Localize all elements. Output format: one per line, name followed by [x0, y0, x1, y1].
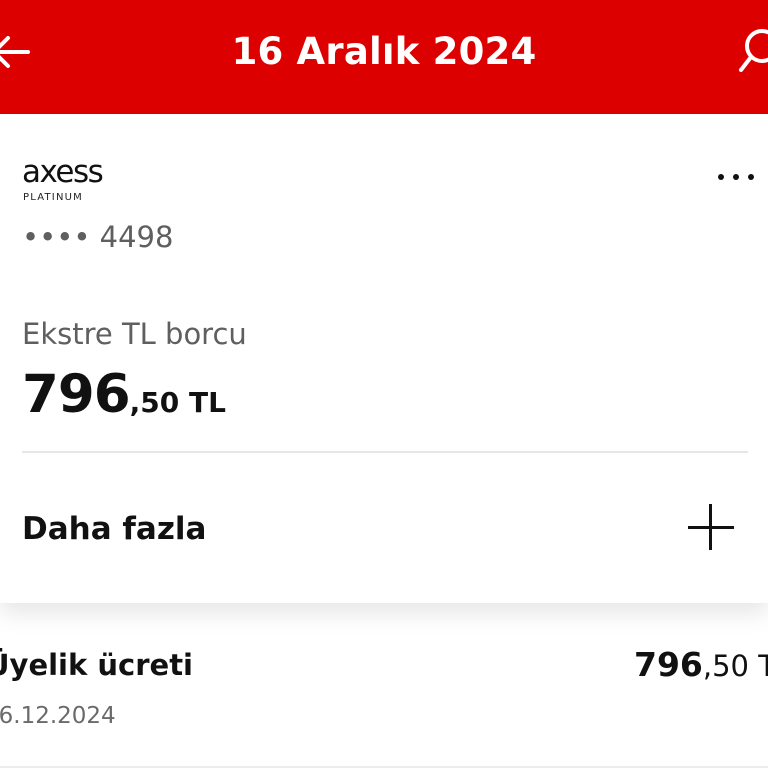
- show-more-label: Daha fazla: [22, 511, 207, 547]
- app-header: 16 Aralık 2024: [0, 0, 768, 114]
- plus-icon-vertical: [709, 504, 712, 550]
- transaction-amount: 796,50 TL: [634, 643, 768, 693]
- more-horizontal-icon: [748, 174, 754, 180]
- card-divider: [22, 451, 748, 453]
- search-icon: [739, 29, 768, 72]
- transaction-title: Üyelik ücreti: [0, 648, 193, 682]
- plus-icon[interactable]: [688, 504, 734, 550]
- show-more-row[interactable]: Daha fazla: [0, 494, 768, 564]
- more-horizontal-icon: [733, 174, 739, 180]
- transaction-row[interactable]: Üyelik ücreti 796,50 TL 16.12.2024: [0, 603, 768, 768]
- statement-debt-amount: 796,50 TL: [22, 360, 226, 442]
- statement-amount-integer: 796: [22, 364, 131, 425]
- transaction-amount-decimal: ,50 TL: [702, 649, 768, 683]
- card-brand-logo: axess: [22, 154, 104, 190]
- more-horizontal-icon: [718, 174, 724, 180]
- statement-debt-label: Ekstre TL borcu: [22, 317, 247, 351]
- more-options-button[interactable]: [712, 162, 760, 192]
- search-button[interactable]: [738, 26, 768, 78]
- masked-card-number: •••• 4498: [22, 220, 174, 254]
- card-summary-panel: axess PLATINUM •••• 4498 Ekstre TL borcu…: [0, 114, 768, 603]
- statement-detail-screen: 16 Aralık 2024 axess PLATINUM •••• 4498 …: [0, 0, 768, 768]
- page-title: 16 Aralık 2024: [231, 30, 537, 73]
- transaction-amount-integer: 796: [634, 645, 703, 684]
- card-tier-label: PLATINUM: [23, 192, 83, 203]
- statement-amount-decimal: ,50 TL: [129, 386, 226, 419]
- transaction-date: 16.12.2024: [0, 703, 116, 729]
